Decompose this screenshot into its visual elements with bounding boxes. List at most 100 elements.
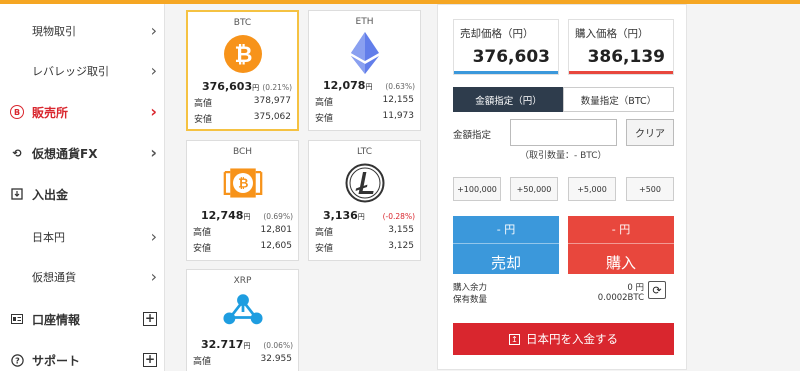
coin-symbol: LTC: [356, 147, 373, 157]
buy-label: 購入: [605, 254, 636, 272]
buy-price-value: 386,139: [587, 47, 665, 67]
sidebar-item-crypto-fx[interactable]: ⟲ 仮想通貨FX ›: [0, 138, 165, 168]
coin-change: (0.21%): [262, 83, 292, 92]
deposit-box-icon: ↥: [509, 333, 520, 345]
bitcoin-cash-icon: ₿: [223, 163, 263, 203]
buy-price-label: 購入価格（円）: [575, 28, 649, 40]
balance-value: 0 円: [627, 283, 644, 293]
sidebar-item-label: サポート: [32, 353, 81, 368]
coin-high-row: 高値 32.955: [193, 354, 292, 367]
ripple-icon: [222, 292, 263, 332]
sell-price-bar: [454, 71, 558, 74]
svg-text:₿: ₿: [238, 176, 248, 191]
coin-change: (0.06%): [263, 341, 293, 350]
sidebar-item-label: レバレッジ取引: [32, 65, 109, 78]
coin-symbol: BCH: [232, 147, 253, 157]
sidebar-item-crypto[interactable]: 仮想通貨 ›: [0, 262, 165, 292]
coin-high-row: 高値 378,977: [194, 96, 291, 109]
sell-button[interactable]: ‐ 円 売却: [453, 216, 559, 274]
bitcoin-circle-icon: B: [10, 105, 24, 119]
balance-label: 購入余力: [453, 283, 488, 293]
help-circle-icon: ?: [10, 353, 24, 367]
sell-amount: ‐ 円: [496, 223, 516, 236]
coin-change: (0.69%): [263, 212, 293, 221]
refresh-icon[interactable]: ⟳: [648, 281, 666, 299]
litecoin-icon: [345, 163, 385, 203]
trade-quantity-note: （取引数量：‐ BTC）: [520, 151, 607, 161]
coin-high-row: 高値 12,155: [315, 95, 414, 108]
coin-high-row: 高値 3,155: [315, 225, 414, 238]
coin-price: 12,078円: [323, 79, 373, 92]
coin-low-row: 安値 3,125: [315, 241, 414, 254]
deposit-jpy-button[interactable]: ↥ 日本円を入金する: [453, 323, 674, 355]
amount-input[interactable]: [510, 119, 617, 146]
sell-price-label: 売却価格（円）: [460, 28, 534, 40]
coin-low-row: 安値 375,062: [194, 112, 291, 125]
holding-value: 0.0002BTC: [597, 293, 644, 303]
svg-text:₿: ₿: [234, 43, 252, 68]
quick-amount-5000-button[interactable]: +5,000: [568, 177, 616, 201]
buy-amount: ‐ 円: [611, 223, 631, 236]
account-card-icon: [10, 312, 24, 326]
sidebar-item-label: 販売所: [32, 105, 69, 120]
chevron-right-icon: ›: [150, 143, 157, 162]
sidebar-item-support[interactable]: ? サポート +: [0, 345, 165, 371]
sidebar-item-label: 日本円: [32, 231, 65, 244]
chevron-right-icon: ›: [150, 61, 157, 80]
sell-label: 売却: [490, 254, 521, 272]
coin-low-row: 安値 12,605: [193, 241, 292, 254]
expand-plus-icon[interactable]: +: [143, 312, 157, 326]
buy-button[interactable]: ‐ 円 購入: [568, 216, 674, 274]
coin-change: (0.63%): [385, 82, 415, 91]
sync-icon: ⟲: [12, 146, 22, 160]
coin-card-bch[interactable]: BCH ₿ 12,748円 (0.69%) 高値 12,801 安値 12,605: [186, 140, 299, 261]
trade-panel: 売却価格（円） 376,603 購入価格（円） 386,139 金額指定（円） …: [437, 4, 687, 370]
sell-price-value: 376,603: [472, 47, 550, 67]
coin-price: 376,603円: [202, 80, 260, 93]
chevron-right-icon: ›: [150, 102, 157, 121]
coin-symbol: ETH: [355, 17, 374, 27]
coin-symbol: BTC: [233, 18, 252, 28]
sidebar: 現物取引 › レバレッジ取引 › B 販売所 › ⟲ 仮想通貨FX › 入出金 …: [0, 4, 165, 371]
sidebar-item-jpy[interactable]: 日本円 ›: [0, 222, 165, 252]
coin-price: 12,748円: [201, 209, 251, 222]
divider: [568, 243, 674, 244]
coin-symbol: XRP: [233, 276, 252, 286]
coin-card-eth[interactable]: ETH 12,078円 (0.63%) 高値 12,155 安値 11,973: [308, 10, 421, 131]
coin-change: (-0.28%): [382, 212, 415, 221]
coin-high-row: 高値 12,801: [193, 225, 292, 238]
sidebar-item-exchange[interactable]: B 販売所 ›: [0, 97, 165, 127]
chevron-right-icon: ›: [150, 21, 157, 40]
chevron-right-icon: ›: [150, 227, 157, 246]
ethereum-icon: [345, 32, 385, 74]
tab-amount-jpy[interactable]: 金額指定（円）: [453, 87, 564, 112]
coin-card-btc[interactable]: BTC ₿ 376,603円 (0.21%) 高値 378,977 安値 375,0…: [186, 10, 299, 131]
expand-plus-icon[interactable]: +: [143, 353, 157, 367]
deposit-box-icon: [10, 187, 24, 201]
buy-price-bar: [569, 71, 673, 74]
sidebar-item-account-info[interactable]: 口座情報 +: [0, 304, 165, 334]
sidebar-item-deposit-withdraw[interactable]: 入出金: [0, 179, 165, 209]
deposit-label: 日本円を入金する: [526, 332, 618, 346]
sidebar-item-spot-trading[interactable]: 現物取引 ›: [0, 16, 165, 46]
holding-label: 保有数量: [453, 295, 488, 305]
coin-card-xrp[interactable]: XRP 32.717円 (0.06%) 高値 32.955: [186, 269, 299, 371]
svg-text:?: ?: [15, 356, 20, 365]
quick-amount-100000-button[interactable]: +100,000: [453, 177, 501, 201]
quick-amount-50000-button[interactable]: +50,000: [510, 177, 558, 201]
clear-button[interactable]: クリア: [626, 119, 674, 146]
coin-card-ltc[interactable]: LTC 3,136円 (-0.28%) 高値 3,155 安値 3,125: [308, 140, 421, 261]
quick-amount-500-button[interactable]: +500: [626, 177, 674, 201]
coin-price: 3,136円: [323, 209, 365, 222]
chevron-right-icon: ›: [150, 267, 157, 286]
buy-price-box: 購入価格（円） 386,139: [568, 19, 674, 75]
sell-price-box: 売却価格（円） 376,603: [453, 19, 559, 75]
coin-price: 32.717円: [201, 338, 251, 351]
divider: [453, 243, 559, 244]
sidebar-item-label: 仮想通貨: [32, 271, 76, 284]
coin-low-row: 安値 11,973: [315, 111, 414, 124]
sidebar-item-label: 入出金: [32, 187, 69, 202]
sidebar-item-label: 口座情報: [32, 312, 81, 327]
tab-quantity-btc[interactable]: 数量指定（BTC）: [563, 87, 674, 112]
sidebar-item-leverage-trading[interactable]: レバレッジ取引 ›: [0, 56, 165, 86]
